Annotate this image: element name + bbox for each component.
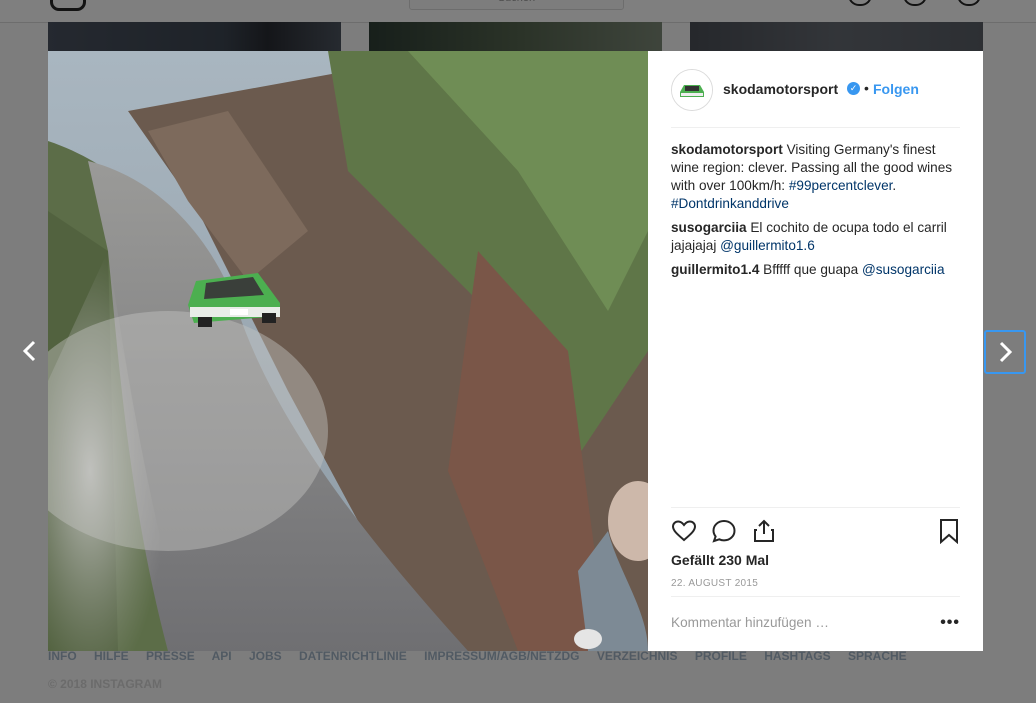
post-video[interactable] — [48, 51, 648, 651]
post-date[interactable]: 22. AUGUST 2015 — [671, 578, 758, 589]
hashtag-link[interactable]: #Dontdrinkanddrive — [671, 196, 789, 211]
rally-car-video-frame — [48, 51, 648, 651]
share-icon[interactable] — [751, 518, 777, 544]
verified-check-icon: ✓ — [847, 82, 860, 95]
chevron-left-icon — [22, 340, 36, 362]
next-post-button[interactable] — [984, 330, 1026, 374]
more-options-icon[interactable]: ••• — [940, 614, 960, 632]
comment-username[interactable]: skodamotorsport — [671, 142, 783, 157]
post-author-username[interactable]: skodamotorsport — [723, 81, 838, 97]
comment-username[interactable]: susogarciia — [671, 220, 747, 235]
mention-link[interactable]: @susogarciia — [862, 262, 945, 277]
chevron-right-icon — [999, 341, 1013, 363]
follow-button[interactable]: Folgen — [873, 81, 919, 97]
post-header: skodamotorsport ✓ • Folgen — [671, 69, 960, 128]
comment-icon[interactable] — [711, 518, 737, 544]
add-comment-section: ••• — [671, 596, 960, 653]
list-item: susogarciia El cochito de ocupa todo el … — [671, 219, 963, 255]
previous-post-button[interactable] — [12, 333, 48, 369]
comment-username[interactable]: guillermito1.4 — [671, 262, 759, 277]
bookmark-icon[interactable] — [936, 518, 962, 544]
post-details-panel: skodamotorsport ✓ • Folgen skodamotorspo… — [648, 51, 983, 651]
hashtag-link[interactable]: #99percentclever — [789, 178, 893, 193]
separator-dot: • — [864, 80, 869, 96]
mention-link[interactable]: @guillermito1.6 — [720, 238, 815, 253]
skoda-car-avatar-icon — [672, 70, 712, 110]
avatar[interactable] — [671, 69, 713, 111]
post-modal: skodamotorsport ✓ • Folgen skodamotorspo… — [48, 51, 983, 651]
likes-count[interactable]: Gefällt 230 Mal — [671, 552, 769, 568]
heart-icon[interactable] — [671, 518, 697, 544]
comments-list: skodamotorsport Visiting Germany's fines… — [671, 141, 963, 285]
comment-text: Bfffff que guapa — [763, 262, 862, 277]
caption: skodamotorsport Visiting Germany's fines… — [671, 141, 963, 213]
list-item: guillermito1.4 Bfffff que guapa @susogar… — [671, 261, 963, 279]
comment-text: . — [892, 178, 897, 193]
comment-input[interactable] — [671, 615, 921, 630]
post-actions: Gefällt 230 Mal 22. AUGUST 2015 ••• — [671, 507, 962, 631]
